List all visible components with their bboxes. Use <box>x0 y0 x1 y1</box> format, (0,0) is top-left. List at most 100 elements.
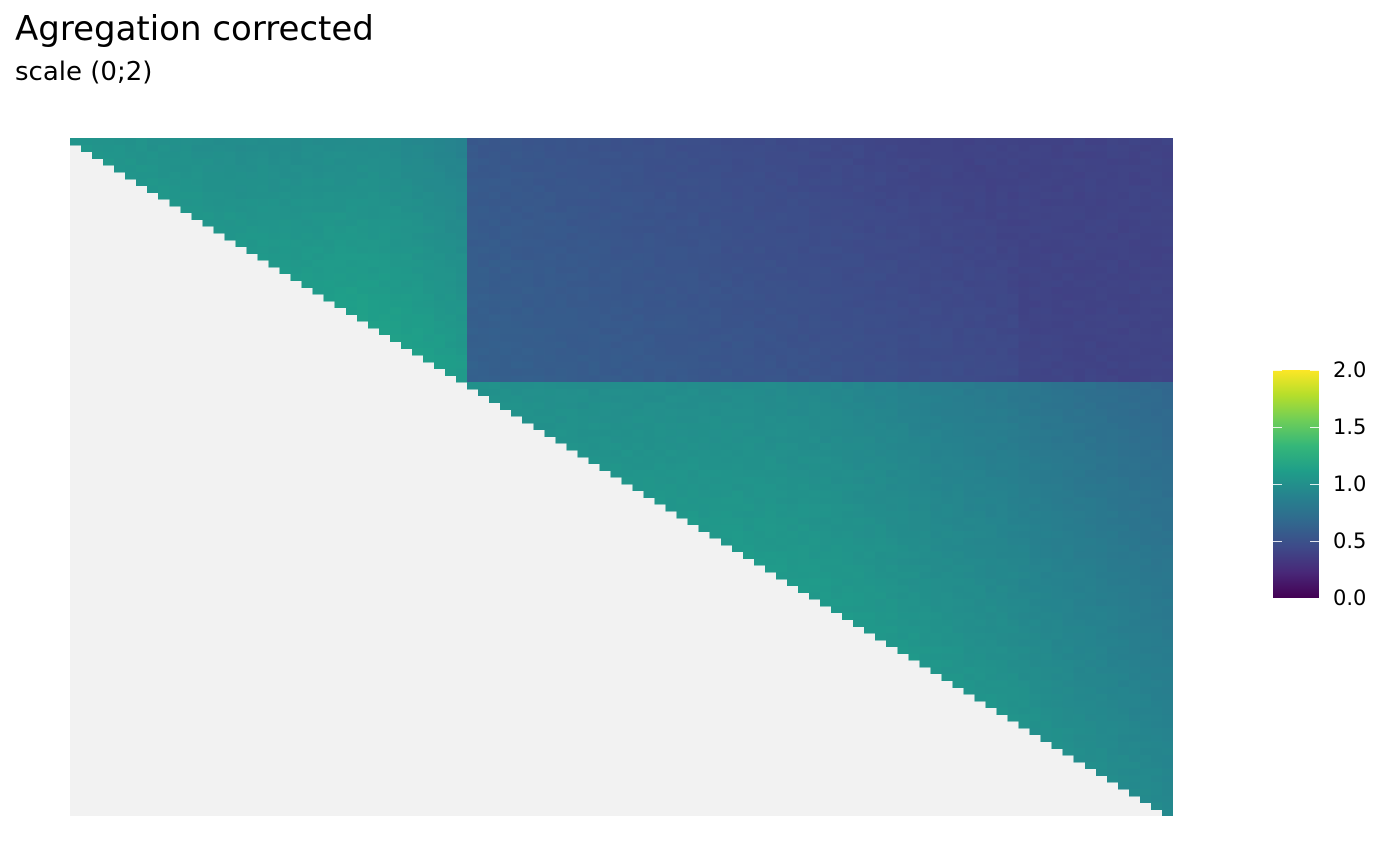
heatmap-cell <box>908 626 920 634</box>
heatmap-cell <box>1150 151 1163 159</box>
heatmap-cell <box>301 226 314 234</box>
heatmap-cell <box>643 266 656 275</box>
heatmap-cell <box>886 531 898 539</box>
heatmap-cell <box>1161 456 1173 465</box>
heatmap-cell <box>720 144 733 153</box>
heatmap-cell <box>257 151 270 159</box>
heatmap-cell <box>1106 673 1119 681</box>
heatmap-cell <box>974 402 987 410</box>
heatmap-cell <box>952 470 965 478</box>
heatmap-cell <box>1106 558 1119 566</box>
heatmap-cell <box>1139 232 1152 241</box>
heatmap-cell <box>809 449 821 458</box>
heatmap-cell <box>985 144 998 153</box>
heatmap-cell <box>1106 734 1119 743</box>
heatmap-cell <box>544 232 556 241</box>
heatmap-cell <box>919 199 931 207</box>
heatmap-cell <box>588 334 601 342</box>
heatmap-cell <box>963 551 976 559</box>
heatmap-cell <box>279 246 292 254</box>
heatmap-cell <box>1106 395 1119 404</box>
heatmap-cell <box>665 443 678 451</box>
heatmap-cell <box>1084 402 1097 410</box>
heatmap-cell <box>786 538 799 546</box>
heatmap-cell <box>1128 246 1141 254</box>
heatmap-cell <box>478 144 490 153</box>
heatmap-cell <box>169 199 181 207</box>
heatmap-cell <box>1128 531 1141 539</box>
heatmap-cell <box>687 307 700 315</box>
heatmap-cell <box>698 293 711 302</box>
heatmap-cell <box>1095 544 1108 553</box>
heatmap-cell <box>1062 741 1075 749</box>
heatmap-cell <box>268 199 281 207</box>
heatmap-cell <box>1150 524 1163 532</box>
heatmap-cell <box>643 287 656 295</box>
heatmap-cell <box>301 165 314 173</box>
heatmap-cell <box>875 368 887 376</box>
heatmap-cell <box>731 449 744 458</box>
heatmap-cell <box>720 348 733 356</box>
heatmap-cell <box>1040 449 1053 458</box>
heatmap-cell <box>445 192 457 200</box>
heatmap-cell <box>257 226 270 234</box>
heatmap-cell <box>974 673 987 681</box>
heatmap-cell <box>610 429 623 437</box>
chart-subtitle: scale (0;2) <box>15 57 153 87</box>
heatmap-cell <box>489 185 501 193</box>
heatmap-cell <box>831 219 843 227</box>
heatmap-cell <box>864 477 876 485</box>
heatmap-cell <box>500 260 512 268</box>
heatmap-cell <box>720 409 733 417</box>
heatmap-cell <box>786 327 799 336</box>
heatmap-cell <box>599 463 612 471</box>
heatmap-cell <box>1029 388 1042 397</box>
heatmap-cell <box>1095 144 1108 153</box>
heatmap-cell <box>775 151 788 159</box>
heatmap-cell <box>786 280 799 288</box>
heatmap-cell <box>786 151 799 159</box>
heatmap-cell <box>687 280 700 288</box>
heatmap-cell <box>797 199 810 207</box>
heatmap-cell <box>411 144 424 153</box>
heatmap-cell <box>698 239 711 248</box>
heatmap-cell <box>654 293 667 302</box>
heatmap-cell <box>809 592 821 600</box>
heatmap-cell <box>522 382 534 390</box>
heatmap-cell <box>1095 497 1108 505</box>
heatmap-cell <box>1073 524 1086 532</box>
heatmap-cell <box>842 599 854 607</box>
heatmap-cell <box>720 246 733 254</box>
heatmap-cell <box>886 368 898 376</box>
heatmap-cell <box>919 653 931 661</box>
heatmap-cell <box>400 205 413 214</box>
heatmap-cell <box>831 226 843 234</box>
heatmap-cell <box>1051 192 1064 200</box>
heatmap-cell <box>1073 693 1086 702</box>
heatmap-cell <box>566 388 578 397</box>
heatmap-cell <box>996 605 1009 614</box>
heatmap-cell <box>809 395 821 404</box>
heatmap-cell <box>356 266 369 275</box>
heatmap-cell <box>963 571 976 580</box>
heatmap-cell <box>400 314 413 322</box>
heatmap-cell <box>1128 354 1141 363</box>
heatmap-cell <box>500 402 512 410</box>
heatmap-cell <box>1073 443 1086 451</box>
heatmap-cell <box>411 151 424 159</box>
heatmap-cell <box>566 185 578 193</box>
heatmap-cell <box>70 138 82 146</box>
heatmap-cell <box>996 246 1009 254</box>
heatmap-cell <box>842 138 854 146</box>
heatmap-cell <box>1062 544 1075 553</box>
heatmap-cell <box>158 138 170 146</box>
heatmap-cell <box>1018 477 1031 485</box>
heatmap-cell <box>919 178 931 187</box>
heatmap-cell <box>1029 443 1042 451</box>
heatmap-cell <box>588 192 601 200</box>
heatmap-cell <box>764 219 777 227</box>
heatmap-cell <box>1018 138 1031 146</box>
heatmap-cell <box>1117 287 1130 295</box>
heatmap-cell <box>522 138 534 146</box>
heatmap-cell <box>1073 585 1086 593</box>
